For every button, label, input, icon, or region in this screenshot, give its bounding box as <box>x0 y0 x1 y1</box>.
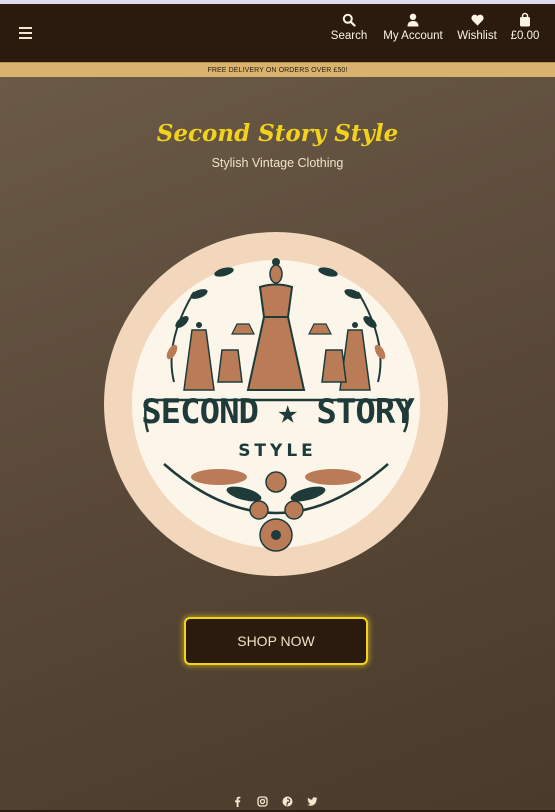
facebook-icon[interactable] <box>232 794 243 807</box>
heart-icon <box>470 14 484 26</box>
promo-banner-text: FREE DELIVERY ON ORDERS OVER £50! <box>207 67 348 74</box>
nav-search-label: Search <box>330 30 368 42</box>
pinterest-icon[interactable] <box>282 794 293 806</box>
brand-subtitle: Stylish Vintage Clothing <box>211 156 344 170</box>
social-links <box>232 792 322 807</box>
twitter-icon[interactable] <box>307 794 318 806</box>
nav-wishlist[interactable]: Wishlist <box>455 12 499 52</box>
nav-search[interactable]: Search <box>328 12 370 52</box>
nav-my-account[interactable]: My Account <box>378 12 448 52</box>
brand-title: Second Story Style <box>156 120 399 147</box>
shop-now-button[interactable]: SHOP NOW <box>184 617 368 665</box>
search-icon <box>342 13 356 27</box>
logo-text-style: STYLE <box>238 441 317 461</box>
user-icon <box>407 13 419 27</box>
nav-my-account-label: My Account <box>383 30 443 42</box>
nav-cart[interactable]: £0.00 <box>506 12 544 52</box>
logo-text-main: SECOND ★ STORY <box>141 392 415 432</box>
promo-banner: FREE DELIVERY ON ORDERS OVER £50! <box>0 62 555 78</box>
top-navbar: Search My Account Wishlist £0.00 <box>0 4 555 62</box>
nav-wishlist-label: Wishlist <box>457 30 497 42</box>
shopping-bag-icon <box>520 12 530 27</box>
hamburger-icon[interactable] <box>19 27 33 39</box>
instagram-icon[interactable] <box>257 794 268 807</box>
nav-cart-total: £0.00 <box>510 30 540 42</box>
